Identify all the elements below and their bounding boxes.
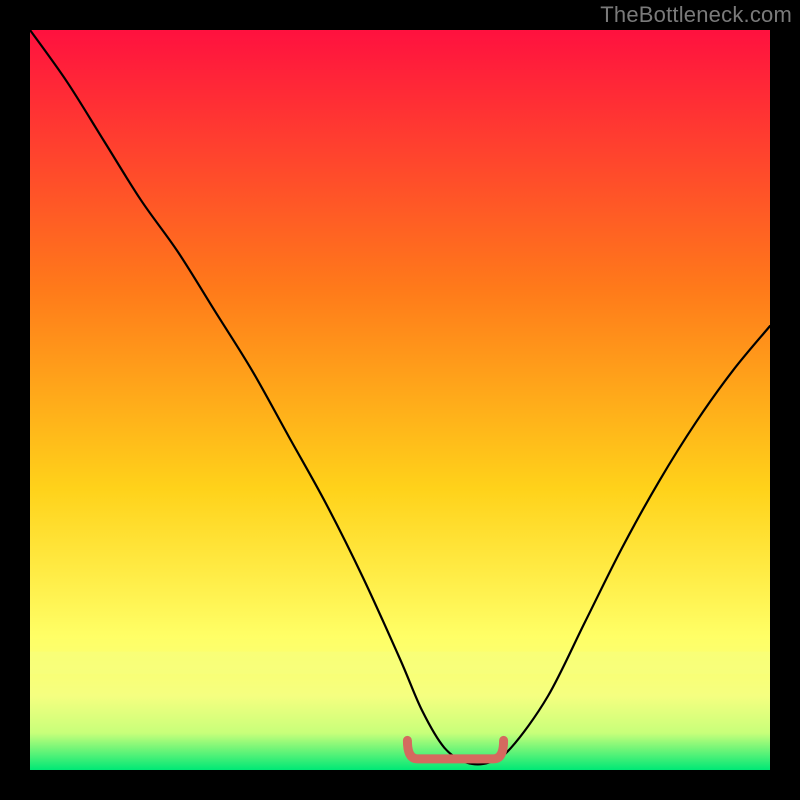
chart-svg <box>30 30 770 770</box>
bottleneck-chart <box>30 30 770 770</box>
watermark-text: TheBottleneck.com <box>600 2 792 28</box>
